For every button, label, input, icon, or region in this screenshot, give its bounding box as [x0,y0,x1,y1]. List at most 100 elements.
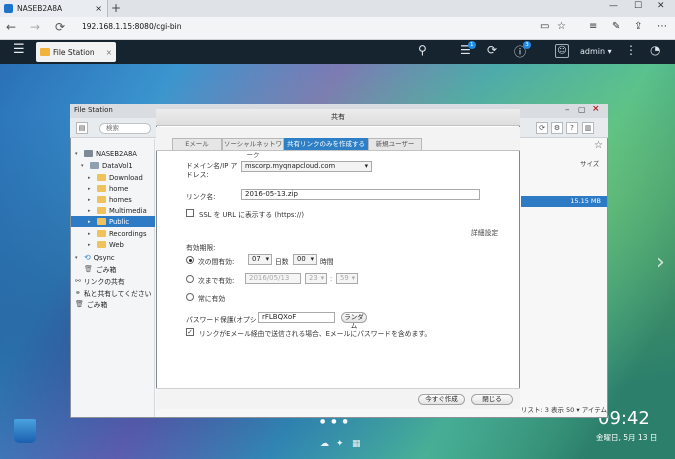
tab-email[interactable]: Eメール [172,138,222,150]
close-button[interactable]: 閉じる [471,394,513,405]
back-button[interactable]: ← [6,20,16,34]
app-tab-close-icon[interactable]: × [106,48,112,57]
valid-for-label: 次の間有効: [198,258,235,266]
tree-item-shared-with-me[interactable]: ⚭ 私と共有してください [75,287,151,298]
window-minimize-icon[interactable]: – [565,105,570,115]
advanced-settings-link[interactable]: 詳細設定 [471,227,498,237]
search-input[interactable] [99,123,151,134]
tree-item-public[interactable]: ▸ Public [88,216,129,227]
period-hours-select[interactable]: 00 ▾ [293,254,317,265]
until-date-field[interactable]: 2016/05/13 [245,273,301,284]
tools-icon[interactable]: ✦ [336,439,344,449]
tree-label: Multimedia [109,206,147,215]
storage-icon[interactable]: ▤ [76,122,88,134]
next-page-chevron-icon[interactable]: › [656,250,665,275]
until-minute-select[interactable]: 59 ▾ [336,273,358,284]
user-menu[interactable]: admin ▾ [580,47,612,56]
time-separator: : [330,275,333,283]
tree-item-multimedia[interactable]: ▸ Multimedia [88,205,147,216]
link-name-field[interactable]: 2016-05-13.zip [241,189,480,200]
search-icon[interactable]: ⚲ [418,43,427,57]
tree-item-recycle[interactable]: 🗑 ごみ箱 [75,298,107,309]
favorite-star-icon-2[interactable]: ☆ [594,140,603,151]
create-now-button[interactable]: 今すぐ作成 [418,394,465,405]
radio-valid-until[interactable] [186,275,194,283]
file-size-cell: 15.15 MB [570,197,601,205]
until-hour-value: 23 [309,274,318,282]
user-avatar-icon[interactable]: ☺ [555,44,569,58]
ssl-checkbox[interactable] [186,209,194,217]
tree-item-datavol1[interactable]: ▾ DataVol1 [81,160,133,171]
main-menu-icon[interactable]: ☰ [13,42,25,57]
sync-icon[interactable]: ⟳ [487,43,497,57]
dashboard-gauge-icon[interactable]: ◔ [650,43,660,57]
url-field[interactable]: 192.168.1.15:8080/cgi-bin [82,22,182,31]
settings-gear-icon[interactable]: ⚙ [551,122,563,134]
expand-arrow-icon: ▸ [88,207,91,214]
domain-select[interactable]: mscorp.myqnapcloud.com ▾ [241,161,372,172]
minimize-button[interactable]: — [609,1,618,11]
tree-item-nas[interactable]: ▾ NASEB2A8A [75,148,137,159]
view-mode-icon[interactable]: ▥ [582,122,594,134]
list-footer-paging: リスト: 3 表示 50 ▾ アイテム [521,406,608,414]
folder-icon [97,174,106,181]
radio-valid-for[interactable] [186,256,194,264]
random-password-button[interactable]: ランダム [341,312,367,330]
reading-view-icon[interactable]: ▭ [540,21,549,32]
refresh-icon[interactable]: ⟳ [536,122,548,134]
notes-icon[interactable]: ✎ [612,21,620,32]
period-days-select[interactable]: 07 ▾ [248,254,272,265]
tab-create-link-only[interactable]: 共有リンクのみを作成する [284,138,368,150]
recycle-bin-icon[interactable] [14,419,36,443]
file-station-app-tab[interactable]: File Station × [36,42,116,62]
tab-social-network[interactable]: ソーシャルネットワーク [222,138,284,159]
maximize-button[interactable]: ☐ [634,1,642,11]
table-row-selected[interactable]: 15.15 MB [521,196,607,207]
days-unit: 日数 [275,258,289,266]
more-icon[interactable]: ⋯ [657,21,667,32]
favorite-star-icon[interactable]: ☆ [557,21,566,32]
until-hour-select[interactable]: 23 ▾ [305,273,327,284]
apps-icon[interactable]: ▦ [352,439,361,449]
help-icon[interactable]: ? [566,122,578,134]
column-header-size[interactable]: サイズ [580,158,599,168]
include-password-checkbox[interactable]: ✓ [186,328,194,336]
tab-close-icon[interactable]: × [95,4,102,13]
collapse-arrow-icon: ▾ [81,162,84,169]
tree-item-home[interactable]: ▸ home [88,183,128,194]
folder-icon [97,207,106,214]
desktop-page-dots[interactable]: ●●● [320,418,354,425]
close-window-button[interactable]: ✕ [657,1,665,11]
tab-new-user[interactable]: 新規ユーザー [368,138,422,150]
options-more-icon[interactable]: ⋮ [625,43,637,57]
new-tab-button[interactable]: + [111,1,121,15]
tree-item-web[interactable]: ▸ Web [88,239,124,250]
tree-label: ごみ箱 [86,300,108,309]
password-field[interactable]: rFLBQXoF [258,312,335,323]
window-maximize-icon[interactable]: ▢ [578,105,586,114]
cloud-icon[interactable]: ☁ [320,439,329,449]
until-minute-value: 59 [340,274,349,282]
link-icon: ⚯ [75,276,81,285]
tree-item-recordings[interactable]: ▸ Recordings [88,228,147,239]
include-password-label: リンクがEメール経由で送信される場合、Eメールにパスワードを含めます。 [199,330,432,338]
tree-item-qsync-recycle[interactable]: 🗑 ごみ箱 [84,263,116,274]
hub-icon[interactable]: ≡ [589,21,597,32]
radio-always-valid[interactable] [186,293,194,301]
event-notification-icon[interactable]: ⓘ 3 [514,41,532,60]
background-tasks-icon[interactable]: ☰ 1 [460,41,476,57]
reload-button[interactable]: ⟳ [55,20,65,34]
browser-tab[interactable]: NASEB2A8A × [0,0,108,17]
share-icon[interactable]: ⇪ [634,21,642,32]
tree-item-qsync[interactable]: ▾ ⟲ Qsync [75,252,115,263]
tree-item-download[interactable]: ▸ Download [88,172,143,183]
tree-item-homes[interactable]: ▸ homes [88,194,132,205]
chevron-down-icon: ▾ [351,274,355,282]
forward-button[interactable]: → [30,20,40,34]
hours-value: 00 [297,255,306,263]
expand-arrow-icon: ▸ [88,241,91,248]
tree-item-share-links[interactable]: ⚯ リンクの共有 [75,275,125,286]
folder-icon [97,241,106,248]
window-close-icon[interactable]: × [592,104,600,114]
dialog-footer [156,388,520,409]
